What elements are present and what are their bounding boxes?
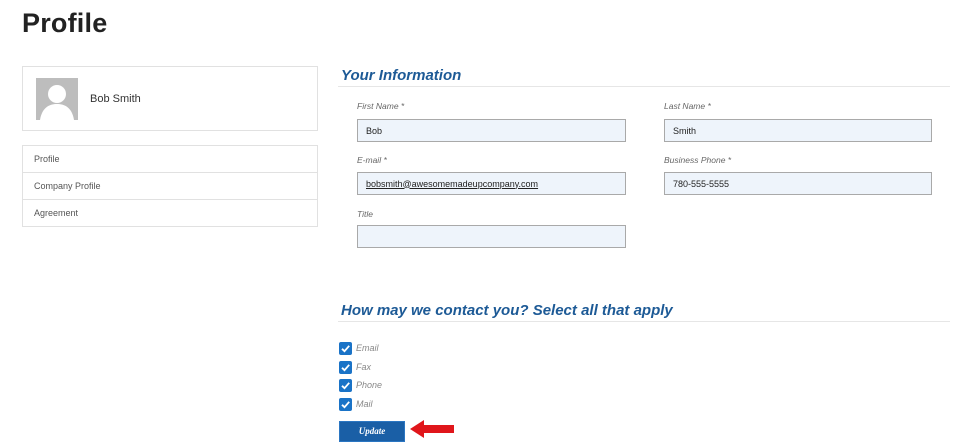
fax-checkbox[interactable] [339,360,352,374]
your-information-heading: Your Information [341,67,462,84]
checkmark-icon [341,344,350,353]
first-name-label: First Name * [357,101,405,111]
email-field[interactable] [357,172,626,195]
business-phone-field[interactable] [664,172,932,195]
user-name: Bob Smith [90,93,141,105]
sidebar-item-profile[interactable]: Profile [23,146,317,173]
last-name-field[interactable] [664,119,932,142]
contact-option-fax[interactable]: Fax [339,360,371,374]
title-field[interactable] [357,225,626,248]
first-name-field[interactable] [357,119,626,142]
fax-option-label: Fax [356,362,372,372]
phone-option-label: Phone [356,380,383,390]
contact-option-email[interactable]: Email [339,341,379,355]
user-card: Bob Smith [22,66,318,131]
checkmark-icon [341,400,350,409]
business-phone-label: Business Phone * [664,155,732,165]
sidebar-nav: Profile Company Profile Agreement [22,145,318,227]
contact-option-mail[interactable]: Mail [339,397,373,411]
update-button[interactable]: Update [339,421,405,442]
page-title: Profile [22,8,108,38]
mail-checkbox[interactable] [339,397,352,411]
mail-option-label: Mail [356,399,373,409]
email-checkbox[interactable] [339,341,352,355]
red-arrow-icon [410,420,454,438]
checkmark-icon [341,381,350,390]
email-option-label: Email [356,343,379,353]
sidebar-item-company-profile[interactable]: Company Profile [23,173,317,200]
last-name-label: Last Name * [664,101,711,111]
sidebar-item-agreement[interactable]: Agreement [23,200,317,227]
avatar-icon [36,78,78,120]
email-label: E-mail * [357,155,387,165]
phone-checkbox[interactable] [339,378,352,392]
contact-option-phone[interactable]: Phone [339,378,382,392]
contact-heading: How may we contact you? Select all that … [341,302,673,319]
section-divider [338,86,950,87]
title-label: Title [357,209,373,219]
checkmark-icon [341,363,350,372]
section-divider [338,321,950,322]
